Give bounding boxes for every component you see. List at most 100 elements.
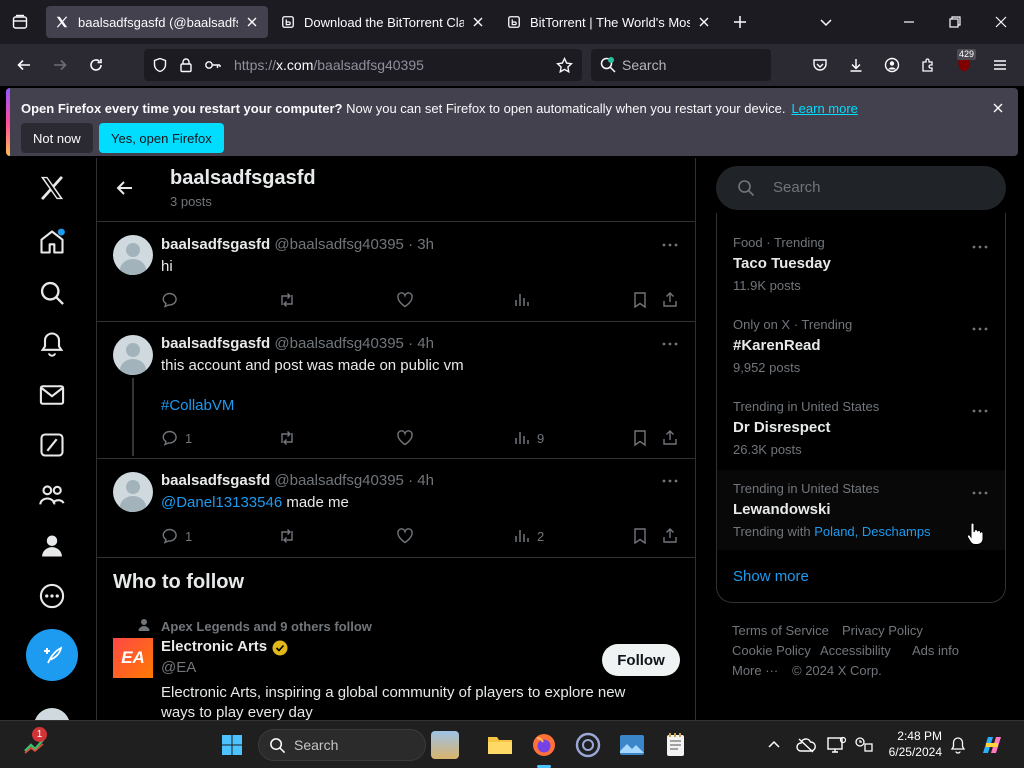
tab-bittorrent-classic[interactable]: Download the BitTorrent Classic bbox=[272, 6, 494, 38]
more-dots-icon[interactable] bbox=[661, 236, 679, 254]
compose-post-button[interactable] bbox=[26, 629, 78, 681]
post-author-name[interactable]: baalsadfsgasfd bbox=[161, 472, 270, 489]
post-handle[interactable]: @baalsadfsg40395 bbox=[274, 236, 404, 253]
x-logo-icon[interactable] bbox=[38, 174, 66, 202]
footer-link[interactable]: Accessibility bbox=[820, 643, 891, 658]
file-explorer-folder-icon[interactable] bbox=[484, 729, 516, 761]
bookmark-button[interactable] bbox=[631, 290, 655, 310]
views-button[interactable]: 2 bbox=[513, 526, 544, 546]
pocket-icon[interactable] bbox=[806, 51, 834, 79]
bookmark-star-icon[interactable] bbox=[556, 57, 573, 74]
messages-envelope-icon[interactable] bbox=[38, 381, 66, 409]
views-button[interactable] bbox=[513, 290, 537, 310]
tab-close-icon[interactable] bbox=[244, 14, 260, 30]
firefox-view-icon[interactable] bbox=[6, 8, 34, 36]
trend-item[interactable]: Trending in United States Lewandowski Tr… bbox=[717, 470, 1005, 550]
share-button[interactable] bbox=[661, 526, 685, 546]
bittorrent-taskbar-icon[interactable] bbox=[572, 729, 604, 761]
related-trend-link[interactable]: Deschamps bbox=[862, 524, 931, 539]
footer-link[interactable]: Privacy Policy bbox=[842, 623, 923, 638]
lock-icon[interactable] bbox=[178, 57, 194, 73]
show-hidden-icons-chevron-up-icon[interactable] bbox=[758, 729, 790, 761]
tab-close-icon[interactable] bbox=[696, 14, 712, 30]
hashtag-link[interactable]: #CollabVM bbox=[161, 397, 234, 414]
minimize-button[interactable] bbox=[895, 8, 923, 36]
home-icon[interactable] bbox=[38, 228, 66, 256]
web-search-box[interactable]: Search bbox=[591, 49, 771, 81]
url-bar[interactable]: https://x.com/baalsadfsg40395 bbox=[144, 49, 582, 81]
share-button[interactable] bbox=[661, 428, 685, 448]
url-text[interactable]: https://x.com/baalsadfsg40395 bbox=[234, 57, 424, 73]
post-author-name[interactable]: baalsadfsgasfd bbox=[161, 236, 270, 253]
ea-avatar[interactable]: EA bbox=[113, 638, 153, 678]
bookmark-button[interactable] bbox=[631, 526, 655, 546]
x-search-input[interactable]: Search bbox=[716, 166, 1006, 210]
trend-item[interactable]: Trending in United States Dr Disrespect … bbox=[717, 397, 1005, 479]
footer-link[interactable]: Cookie Policy bbox=[732, 643, 811, 658]
downloads-icon[interactable] bbox=[842, 51, 870, 79]
post-handle[interactable]: @baalsadfsg40395 bbox=[274, 335, 404, 352]
post-item[interactable]: baalsadfsgasfd @baalsadfsg40395 · 4h thi… bbox=[97, 322, 695, 459]
reply-button[interactable] bbox=[161, 290, 185, 310]
copilot-icon[interactable] bbox=[976, 729, 1008, 761]
avatar[interactable] bbox=[113, 235, 153, 275]
profile-icon[interactable] bbox=[38, 532, 66, 560]
close-notification-icon[interactable] bbox=[984, 94, 1012, 122]
list-tabs-chevron-down-icon[interactable] bbox=[812, 8, 840, 36]
hamburger-menu-icon[interactable] bbox=[986, 51, 1014, 79]
account-avatar[interactable] bbox=[34, 708, 70, 720]
post-handle[interactable]: @baalsadfsg40395 bbox=[274, 472, 404, 489]
trend-item[interactable]: Only on X · Trending #KarenRead 9,952 po… bbox=[717, 315, 1005, 397]
reply-button[interactable]: 1 bbox=[161, 526, 192, 546]
extensions-puzzle-icon[interactable] bbox=[914, 51, 942, 79]
like-button[interactable] bbox=[396, 526, 420, 546]
views-button[interactable]: 9 bbox=[513, 428, 544, 448]
more-options-icon[interactable] bbox=[38, 582, 66, 610]
close-window-button[interactable] bbox=[987, 8, 1015, 36]
more-dots-icon[interactable] bbox=[971, 238, 989, 256]
forward-arrow-icon[interactable] bbox=[46, 51, 74, 79]
more-dots-icon[interactable] bbox=[971, 402, 989, 420]
taskbar-search-box[interactable]: Search bbox=[258, 729, 459, 761]
like-button[interactable] bbox=[396, 428, 420, 448]
reply-button[interactable]: 1 bbox=[161, 428, 192, 448]
open-firefox-button[interactable]: Yes, open Firefox bbox=[99, 123, 224, 153]
shield-icon[interactable] bbox=[152, 57, 168, 73]
permissions-key-icon[interactable] bbox=[204, 57, 222, 73]
related-trend-link[interactable]: Poland, bbox=[814, 524, 858, 539]
cloud-offline-icon[interactable] bbox=[790, 729, 822, 761]
not-now-button[interactable]: Not now bbox=[21, 123, 93, 153]
widgets-stock-icon[interactable]: 1 bbox=[18, 727, 50, 761]
explore-search-icon[interactable] bbox=[38, 279, 66, 307]
suggested-account-handle[interactable]: @EA bbox=[161, 659, 196, 676]
share-button[interactable] bbox=[661, 290, 685, 310]
repost-button[interactable] bbox=[278, 526, 302, 546]
communities-icon[interactable] bbox=[38, 481, 66, 509]
avatar[interactable] bbox=[113, 335, 153, 375]
reload-icon[interactable] bbox=[82, 51, 110, 79]
post-item[interactable]: baalsadfsgasfd @baalsadfsg40395 · 3h hi bbox=[97, 222, 695, 322]
avatar[interactable] bbox=[113, 472, 153, 512]
show-more-link[interactable]: Show more bbox=[733, 568, 809, 585]
mention-link[interactable]: @Danel13133546 bbox=[161, 494, 282, 511]
notepad-app-icon[interactable] bbox=[660, 729, 692, 761]
bookmark-button[interactable] bbox=[631, 428, 655, 448]
more-dots-icon[interactable] bbox=[661, 472, 679, 490]
post-time[interactable]: · 4h bbox=[408, 472, 434, 489]
post-author-name[interactable]: baalsadfsgasfd bbox=[161, 335, 270, 352]
more-dots-icon[interactable] bbox=[971, 484, 989, 502]
follow-button[interactable]: Follow bbox=[602, 644, 680, 676]
post-item[interactable]: baalsadfsgasfd @baalsadfsg40395 · 4h @Da… bbox=[97, 459, 695, 558]
tab-x-profile[interactable]: baalsadfsgasfd (@baalsadfsg40395) / X bbox=[46, 6, 268, 38]
more-dots-icon[interactable] bbox=[971, 320, 989, 338]
footer-more-link[interactable]: More ··· bbox=[732, 663, 778, 678]
trend-item[interactable]: Food · Trending Taco Tuesday 11.9K posts bbox=[717, 233, 1005, 315]
post-time[interactable]: · 4h bbox=[408, 335, 434, 352]
like-button[interactable] bbox=[396, 290, 420, 310]
firefox-taskbar-icon[interactable] bbox=[528, 729, 560, 768]
learn-more-link[interactable]: Learn more bbox=[791, 101, 857, 116]
start-windows-icon[interactable] bbox=[216, 729, 248, 761]
tab-close-icon[interactable] bbox=[470, 14, 486, 30]
new-tab-button[interactable] bbox=[726, 8, 754, 36]
repost-button[interactable] bbox=[278, 428, 302, 448]
